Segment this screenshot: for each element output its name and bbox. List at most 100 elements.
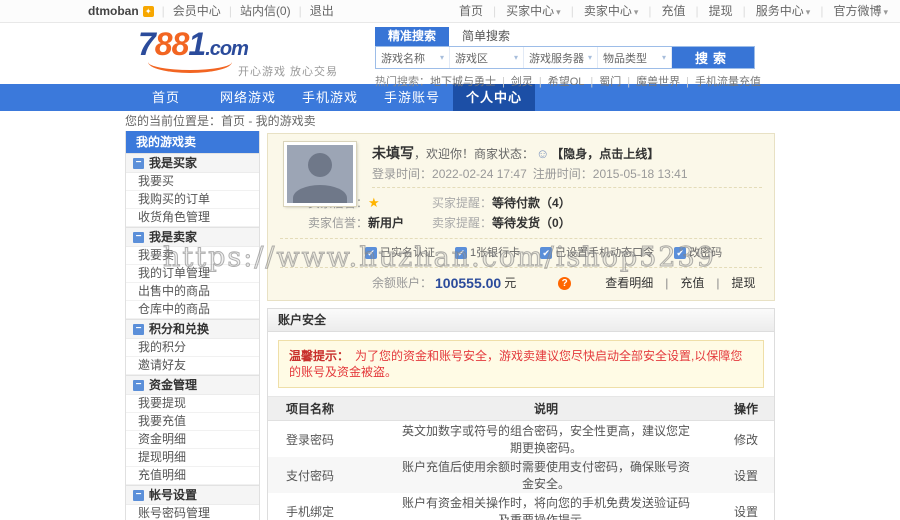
divider [372, 187, 762, 188]
search-widget: 精准搜索 简单搜索 游戏名称 ▾ 游戏区 ▾ 游戏服务器 ▾ 物品类型 ▾ 搜索 热门搜索：地下… [375, 27, 761, 89]
hot-search: 热门搜索：地下城与勇士剑灵希望OL蜀门魔兽世界手机流量充值 [375, 73, 761, 89]
topbar-link[interactable]: 提现 [686, 0, 733, 23]
check-icon: ✔ [365, 247, 377, 259]
verify-badge[interactable]: ✔ 已实名认证 [365, 244, 435, 262]
nav-item-0[interactable]: 首页 [125, 84, 207, 111]
balance-link[interactable]: 提现 [704, 273, 756, 293]
search-select-2[interactable]: 游戏服务器 ▾ [524, 47, 598, 68]
hot-search-link[interactable]: 希望OL [533, 76, 585, 88]
logo-part-orange: 88 [154, 26, 190, 62]
reg-time-label: 注册时间： [532, 167, 593, 181]
action-link[interactable]: 设置 [695, 493, 774, 520]
item-name-cell: 手机绑定 [286, 504, 335, 519]
sidebar-item[interactable]: 我购买的订单 [126, 191, 259, 209]
avatar-body-shape [293, 185, 347, 203]
buyer-notice-value[interactable]: 等待付款（4） [492, 196, 571, 210]
check-icon: ✔ [674, 247, 687, 259]
topbar-link[interactable]: 官方微博▾ [810, 0, 888, 23]
search-select-0[interactable]: 游戏名称 ▾ [376, 47, 450, 68]
sidebar-item[interactable]: 我要充值 [126, 413, 259, 431]
verify-badge[interactable]: ✔ 改密码 [674, 244, 722, 262]
sidebar-group-header[interactable]: − 我是卖家 [126, 227, 259, 247]
site-logo[interactable]: 7881.com 开心游戏 放心交易 [138, 26, 348, 78]
balance-label: 余额账户： [372, 276, 433, 290]
sidebar-item[interactable]: 我要提现 [126, 395, 259, 413]
search-select-1[interactable]: 游戏区 ▾ [450, 47, 524, 68]
topbar-link[interactable]: 会员中心 [154, 0, 221, 22]
sidebar-item[interactable]: 仓库中的商品 [126, 301, 259, 319]
search-tab-1[interactable]: 简单搜索 [449, 27, 523, 46]
page: dtmoban ✦ 会员中心站内信(0)退出 首页买家中心▾卖家中心▾充值提现服… [0, 0, 900, 520]
topbar-link[interactable]: 站内信(0) [221, 0, 291, 22]
search-button[interactable]: 搜索 [672, 47, 754, 68]
member-level-icon: ✦ [142, 5, 154, 17]
sidebar-menu: − 我是买家 我要买 我购买的订单 收货角色管理 − 我是卖家 我要卖 我的订单管理 出售中的商品… [126, 153, 259, 520]
verify-badge[interactable]: ✔ 已设置手机动态口令 [540, 244, 654, 262]
sidebar-item[interactable]: 充值明细 [126, 467, 259, 485]
search-tab-0[interactable]: 精准搜索 [375, 27, 450, 46]
balance-link[interactable]: 查看明细 [605, 273, 653, 293]
topbar-link[interactable]: 买家中心▾ [483, 0, 561, 23]
topbar-link[interactable]: 服务中心▾ [733, 0, 811, 23]
sidebar-item[interactable]: 出售中的商品 [126, 283, 259, 301]
help-icon[interactable]: ? [558, 276, 572, 290]
sidebar-item[interactable]: 我要买 [126, 173, 259, 191]
sidebar-item[interactable]: 邀请好友 [126, 357, 259, 375]
logo-text: 7881.com [138, 26, 249, 62]
sidebar-group-header[interactable]: − 资金管理 [126, 375, 259, 395]
table-row: 登录密码 英文加数字或符号的组合密码，安全性更高，建议您定期更换密码。 修改 [268, 421, 774, 458]
logo-part-blue2: 1 [188, 26, 206, 62]
badge-label: 已实名认证 [380, 247, 435, 259]
hot-search-link[interactable]: 剑灵 [496, 76, 533, 88]
sidebar-item[interactable]: 我的订单管理 [126, 265, 259, 283]
collapse-icon: − [133, 157, 144, 169]
sidebar-item[interactable]: 账号密码管理 [126, 505, 259, 520]
username-link[interactable]: dtmoban [88, 0, 139, 22]
hot-search-link[interactable]: 地下城与勇士 [430, 76, 496, 88]
nav-item-2[interactable]: 手机游戏 [289, 84, 371, 111]
main-content: 未填写，欢迎你！商家状态： ☺ 【隐身，点击上线】 登录时间：2022-02-24 … [267, 133, 775, 520]
topbar-link[interactable]: 充值 [638, 0, 686, 23]
security-table: 项目名称 说明 操作 登录密码 英文加数字或符号的组合密码，安全性更高，建议您定期更换… [268, 396, 774, 520]
balance-link[interactable]: 充值 [653, 273, 704, 293]
action-link[interactable]: 设置 [695, 457, 774, 493]
item-name-cell: 支付密码 [286, 468, 335, 483]
sidebar-group-header[interactable]: − 积分和兑换 [126, 319, 259, 339]
topbar-link[interactable]: 退出 [291, 0, 334, 22]
verify-badge[interactable]: ✔ 1张银行卡 [455, 244, 520, 262]
sidebar-item[interactable]: 我要卖 [126, 247, 259, 265]
search-select-3[interactable]: 物品类型 ▾ [598, 47, 672, 68]
time-info: 登录时间：2022-02-24 17:47 注册时间：2015-05-18 13:… [372, 166, 762, 182]
avatar[interactable] [283, 141, 357, 207]
tip-text: 为了您的资金和账号安全，游戏卖建议您尽快启动全部安全设置,以保障您的账号及资金被… [289, 349, 743, 379]
table-header: 说明 [397, 396, 695, 421]
hot-search-link[interactable]: 手机流量充值 [680, 76, 761, 88]
balance-row: 余额账户：100555.00元? 查看明细充值提现 [280, 273, 762, 293]
action-link[interactable]: 修改 [695, 421, 774, 458]
nav-item-1[interactable]: 网络游戏 [207, 84, 289, 111]
sidebar-group-label: 帐号设置 [149, 488, 198, 502]
sidebar-item[interactable]: 我的积分 [126, 339, 259, 357]
select-label: 游戏服务器 [529, 52, 584, 65]
sidebar-group-header[interactable]: − 我是买家 [126, 153, 259, 173]
topbar-left: dtmoban ✦ 会员中心站内信(0)退出 [88, 0, 334, 22]
sidebar-item[interactable]: 提现明细 [126, 449, 259, 467]
hot-search-link[interactable]: 蜀门 [584, 76, 621, 88]
search-form: 游戏名称 ▾ 游戏区 ▾ 游戏服务器 ▾ 物品类型 ▾ 搜索 [375, 46, 755, 69]
hot-search-list: 地下城与勇士剑灵希望OL蜀门魔兽世界手机流量充值 [430, 76, 761, 88]
go-online-link[interactable]: 【隐身，点击上线】 [551, 147, 659, 161]
chevron-down-icon: ▾ [883, 7, 888, 17]
topbar-link[interactable]: 首页 [459, 0, 483, 23]
hot-search-link[interactable]: 魔兽世界 [621, 76, 680, 88]
search-tabs: 精准搜索 简单搜索 [375, 27, 755, 46]
sidebar-item[interactable]: 收货角色管理 [126, 209, 259, 227]
topbar-link[interactable]: 卖家中心▾ [561, 0, 639, 23]
seller-notice-value[interactable]: 等待发货（0） [492, 216, 571, 230]
balance-amount: 100555.00 [435, 275, 502, 291]
sidebar-item[interactable]: 资金明细 [126, 431, 259, 449]
sidebar-group-header[interactable]: − 帐号设置 [126, 485, 259, 505]
logo-tagline: 开心游戏 放心交易 [238, 66, 339, 78]
item-name-cell: 登录密码 [286, 432, 335, 447]
sidebar-group-label: 资金管理 [149, 378, 198, 392]
security-panel: 账户安全 温馨提示： 为了您的资金和账号安全，游戏卖建议您尽快启动全部安全设置,以… [267, 308, 775, 520]
